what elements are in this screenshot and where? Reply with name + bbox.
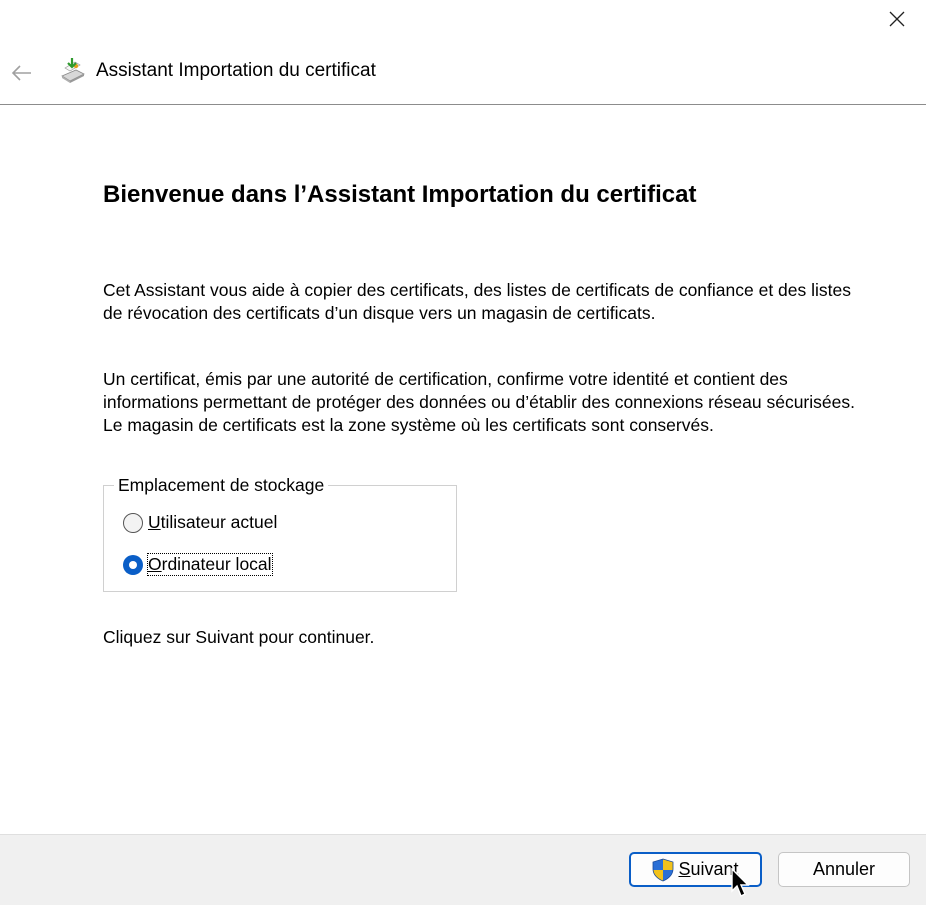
certificate-import-wizard: Assistant Importation du certificat Bien…: [0, 0, 926, 905]
back-arrow-icon: [11, 65, 31, 81]
next-button-label: Suivant: [678, 859, 739, 879]
wizard-footer: Suivant Annuler: [0, 834, 926, 905]
welcome-heading: Bienvenue dans l’Assistant Importation d…: [103, 181, 697, 208]
radio-current-user[interactable]: Utilisateur actuel: [123, 512, 277, 533]
title-bar: [0, 0, 926, 44]
wizard-title: Assistant Importation du certificat: [96, 60, 376, 81]
close-button[interactable]: [874, 0, 920, 38]
close-icon: [889, 11, 905, 27]
radio-button-current-user[interactable]: [123, 512, 143, 533]
next-button[interactable]: Suivant: [629, 852, 762, 887]
radio-local-machine[interactable]: Ordinateur local: [123, 553, 273, 576]
storage-location-group: Emplacement de stockage Utilisateur actu…: [103, 475, 457, 592]
uac-shield-icon: [653, 858, 674, 881]
continue-instruction: Cliquez sur Suivant pour continuer.: [103, 627, 375, 647]
certificate-import-icon: [61, 58, 85, 83]
radio-button-local-machine[interactable]: [123, 554, 143, 575]
back-button[interactable]: [6, 58, 36, 88]
radio-label-current-user[interactable]: Utilisateur actuel: [148, 512, 277, 533]
cancel-button[interactable]: Annuler: [778, 852, 910, 887]
radio-label-local-machine[interactable]: Ordinateur local: [147, 553, 273, 576]
intro-paragraph: Cet Assistant vous aide à copier des cer…: [103, 280, 852, 323]
storage-location-legend: Emplacement de stockage: [114, 475, 329, 496]
certificate-description: Un certificat, émis par une autorité de …: [103, 369, 855, 435]
wizard-header: Assistant Importation du certificat: [0, 46, 926, 105]
